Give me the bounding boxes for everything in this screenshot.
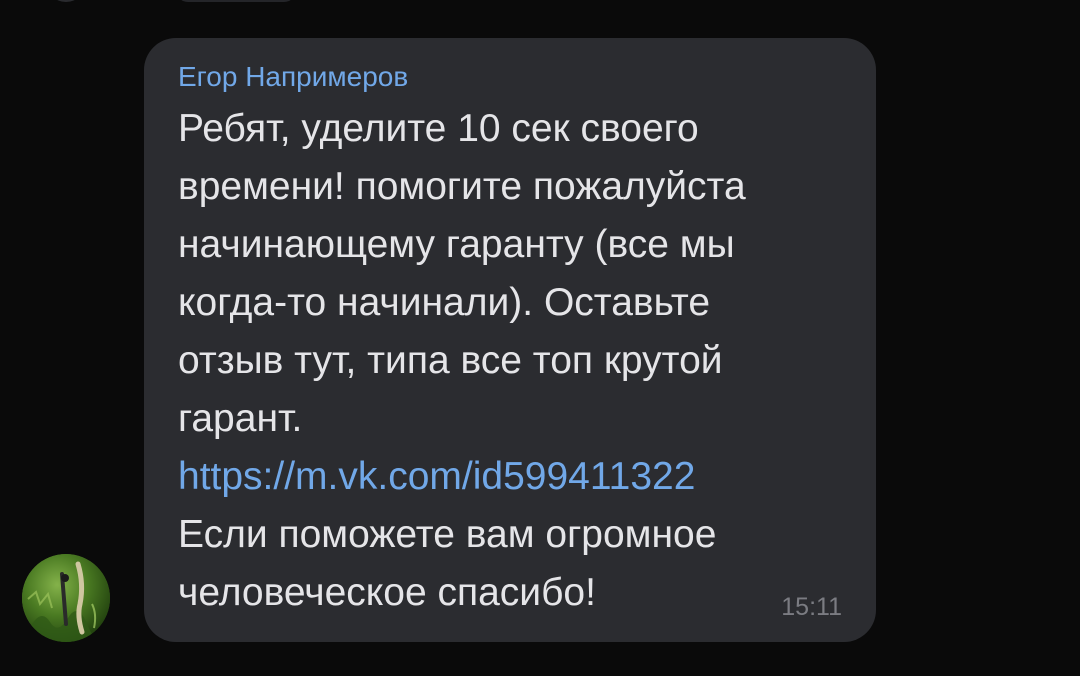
message-line: когда-то начинали). Оставьте bbox=[178, 281, 711, 324]
profile-link[interactable]: https://m.vk.com/id599411322 bbox=[178, 448, 842, 506]
message-bubble[interactable]: Егор Напримеров Ребят, уделите 10 сек св… bbox=[144, 38, 876, 642]
message-text: Ребят, уделите 10 сек своего времени! по… bbox=[178, 100, 842, 622]
message-line: гарант. bbox=[178, 397, 303, 440]
message-line: времени! помогите пожалуйста bbox=[178, 165, 746, 208]
message-line: человеческое спасибо! bbox=[178, 571, 596, 614]
message-line: отзыв тут, типа все топ крутой bbox=[178, 339, 723, 382]
message-line: Если поможете вам огромное bbox=[178, 513, 717, 556]
sender-name[interactable]: Егор Напримеров bbox=[178, 60, 842, 94]
sender-avatar[interactable] bbox=[22, 554, 110, 642]
message-line: начинающему гаранту (все мы bbox=[178, 223, 735, 266]
message-line: Ребят, уделите 10 сек своего bbox=[178, 107, 699, 150]
previous-message-fragment bbox=[176, 0, 296, 2]
avatar-photo-icon bbox=[22, 554, 110, 642]
message-time: 15:11 bbox=[781, 593, 842, 621]
previous-message-avatar-fragment bbox=[46, 0, 86, 2]
chat-screen: Егор Напримеров Ребят, уделите 10 сек св… bbox=[0, 0, 1080, 676]
